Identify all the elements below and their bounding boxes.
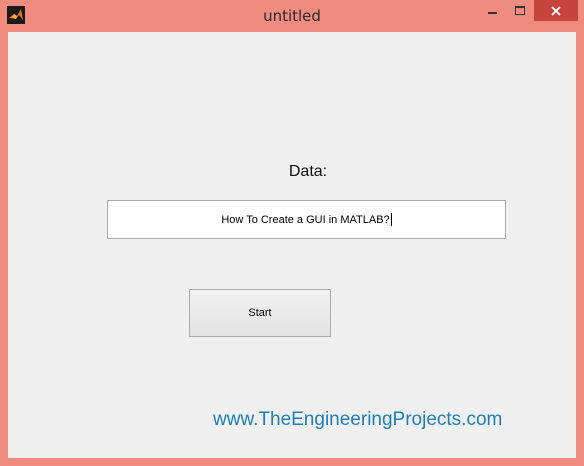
figure-window: untitled Data: How To Create a GUI in MA… bbox=[0, 0, 584, 466]
maximize-button[interactable] bbox=[506, 0, 534, 21]
title-bar[interactable]: untitled bbox=[0, 0, 584, 32]
watermark-text: www.TheEngineeringProjects.com bbox=[213, 409, 503, 430]
close-icon bbox=[551, 5, 561, 16]
data-text-value: How To Create a GUI in MATLAB? bbox=[221, 213, 390, 226]
maximize-icon bbox=[515, 6, 525, 15]
data-label: Data: bbox=[288, 163, 328, 180]
close-button[interactable] bbox=[534, 0, 578, 21]
figure-client-area: Data: How To Create a GUI in MATLAB? Sta… bbox=[8, 32, 576, 458]
text-caret bbox=[390, 213, 392, 226]
minimize-icon bbox=[487, 11, 497, 14]
minimize-button[interactable] bbox=[478, 0, 506, 21]
start-button-label: Start bbox=[248, 307, 272, 319]
data-text-input[interactable]: How To Create a GUI in MATLAB? bbox=[107, 200, 506, 239]
start-button[interactable]: Start bbox=[189, 289, 331, 337]
